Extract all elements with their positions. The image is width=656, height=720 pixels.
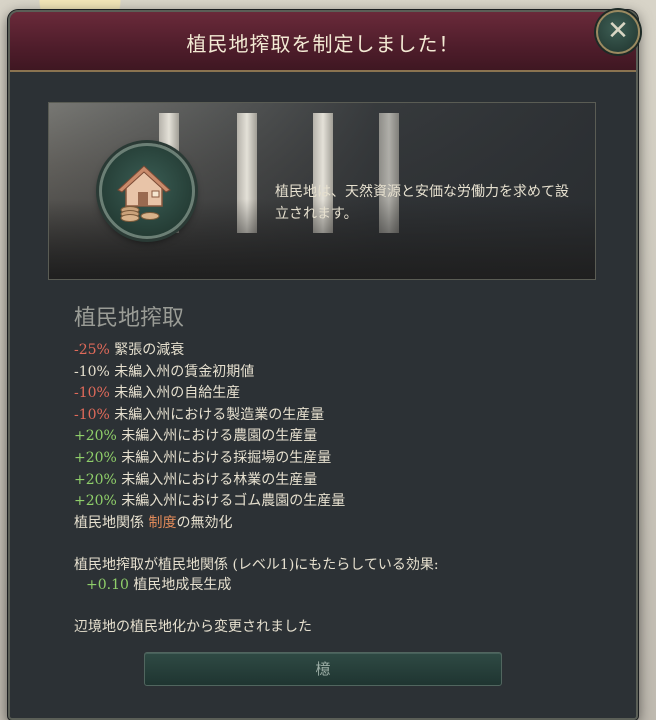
effect-row: -10% 未編入州の自給生産 [74,383,614,405]
effect-row: +20% 未編入州における農園の生産量 [74,426,614,448]
level-effect-intro: 植民地搾取が植民地関係 (レベル1)にもたらしている効果: [74,557,439,574]
law-description: 植民地は、天然資源と安価な労働力を求めて設立されます。 [275,184,569,222]
effect-value: +20% [74,471,117,488]
close-icon[interactable]: ✕ [596,10,640,54]
effect-value: -10% [74,363,110,380]
law-name: 植民地搾取 [74,306,185,331]
effect-value: -10% [74,385,110,402]
effect-value: -25% [74,342,110,358]
effect-row: +20% 未編入州における採掘場の生産量 [74,448,614,470]
level-effect-value: +0.10 [86,577,129,594]
effect-row: -10% 未編入州における製造業の生産量 [74,405,614,427]
law-details: 植民地搾取 -25% 緊張の減衰 -10% 未編入州の賃金初期値 -10% 未編入州… [74,300,614,636]
effect-value: +20% [74,428,117,445]
effect-row: -10% 未編入州の賃金初期値 [74,362,614,384]
house-coins-icon [99,143,195,239]
effect-value: -10% [74,406,110,423]
effect-text: 未編入州における製造業の生産量 [109,406,325,423]
relation-suffix: の無効化 [176,514,233,531]
effect-text: 未編入州における採掘場の生産量 [116,449,332,466]
effect-text: 未編入州の賃金初期値 [109,363,255,380]
effect-value: +20% [74,449,117,466]
law-enacted-dialog: 植民地搾取を制定しました！ 植民地は、天然資源と安価な労働力を求めて設立されます… [8,10,638,720]
level-effect-text: 植民地成長生成 [128,577,232,594]
ok-button[interactable]: 檍 [144,652,502,686]
effects-list: -25% 緊張の減衰 -10% 未編入州の賃金初期値 -10% 未編入州の自給生産 -… [74,340,614,513]
effect-text: 未編入州の自給生産 [109,385,241,402]
relation-effect: 植民地関係 制度の無効化 [74,513,614,535]
relation-link[interactable]: 植民地関係 [74,515,144,531]
effect-row: -25% 緊張の減衰 [74,340,614,362]
law-banner: 植民地は、天然資源と安価な労働力を求めて設立されます。 [48,102,596,280]
effect-text: 未編入州におけるゴム農園の生産量 [116,493,346,510]
effect-text: 緊張の減衰 [109,342,185,358]
institution-link[interactable]: 制度 [148,515,176,531]
effect-row: +20% 未編入州における林業の生産量 [74,470,614,492]
effect-row: +20% 未編入州におけるゴム農園の生産量 [74,491,614,513]
level-effect: +0.10 植民地成長生成 [74,574,614,596]
effect-text: 未編入州における林業の生産量 [116,471,318,488]
changed-from-note: 辺境地の植民地化から変更されました [74,619,312,636]
dialog-title: 植民地搾取を制定しました！ [186,32,460,56]
effect-value: +20% [74,493,117,510]
dialog-titlebar: 植民地搾取を制定しました！ [10,12,636,72]
effect-text: 未編入州における農園の生産量 [116,428,318,445]
